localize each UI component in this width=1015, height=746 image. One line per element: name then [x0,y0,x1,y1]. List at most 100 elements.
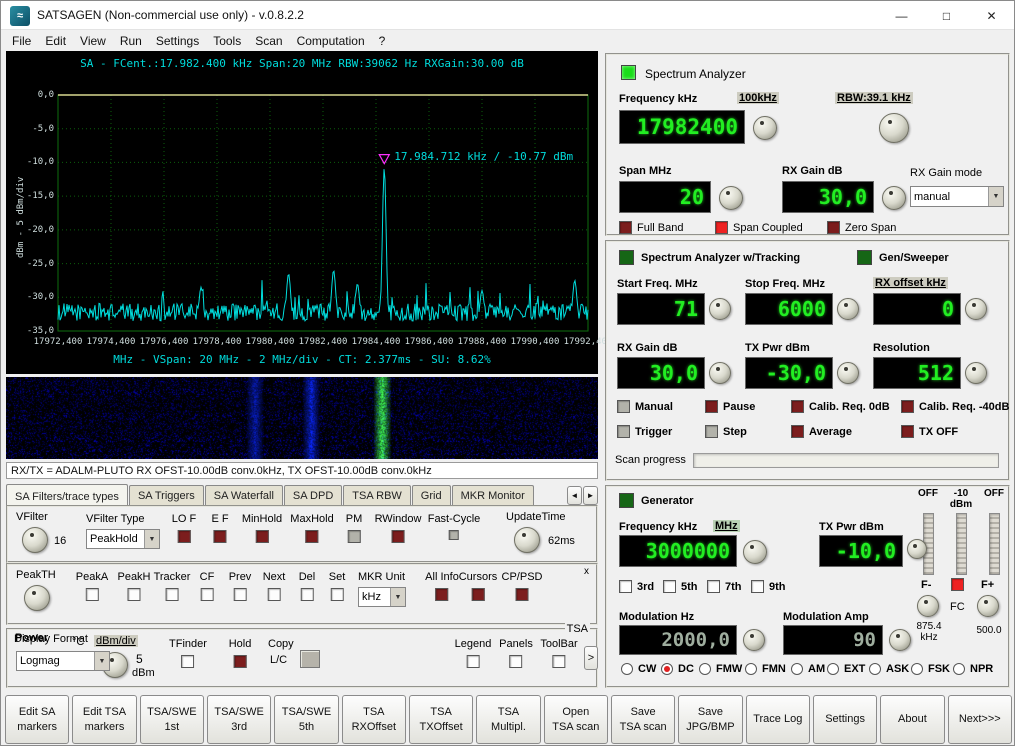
rx-offset-knob[interactable] [965,298,987,320]
radio-ask[interactable] [869,663,881,675]
menu-item-edit[interactable]: Edit [38,32,73,50]
minimize-button[interactable]: — [879,1,924,30]
tsa-pwr-knob[interactable] [837,362,859,384]
tracking-enable-led[interactable] [619,250,634,265]
gen-freq-unit-label[interactable]: MHz [713,520,740,532]
radio-fsk[interactable] [911,663,923,675]
button-trace-log[interactable]: Trace Log [745,695,810,744]
checkbox-average[interactable] [791,425,804,438]
rx-offset-label[interactable]: RX offset kHz [873,277,948,289]
sa-span-knob[interactable] [719,186,743,210]
tx-meter-bar[interactable] [988,513,1000,575]
checkbox-next[interactable] [267,588,281,601]
menu-item-view[interactable]: View [73,32,113,50]
start-freq-knob[interactable] [709,298,731,320]
checkbox-maxhold[interactable] [305,530,319,543]
checkbox-cursors[interactable] [471,588,485,601]
checkbox-tracker[interactable] [165,588,179,601]
button-tsa-swe-5th[interactable]: TSA/SWE 5th [274,695,339,744]
button-tsa-multipl[interactable]: TSA Multipl. [476,695,541,744]
sa-frequency-knob[interactable] [753,116,777,140]
checkbox-tx-off[interactable] [901,425,914,438]
button-about[interactable]: About [880,695,945,744]
tab-sa-filters-trace-types[interactable]: SA Filters/trace types [6,484,128,507]
checkbox-span-coupled[interactable] [715,221,728,234]
tab-sa-dpd[interactable]: SA DPD [283,485,343,506]
button-edit-tsa-markers[interactable]: Edit TSA markers [72,695,137,744]
radio-npr[interactable] [953,663,965,675]
tab-scroll-right-icon[interactable]: ► [583,486,598,505]
checkbox-5th[interactable] [663,580,676,593]
radio-ext[interactable] [827,663,839,675]
stop-freq-knob[interactable] [837,298,859,320]
checkbox-step[interactable] [705,425,718,438]
checkbox-calib-req-40db[interactable] [901,400,914,413]
dbm-div-label[interactable]: dBm/div [94,635,138,647]
checkbox-legend[interactable] [466,655,480,668]
tsa-gain-knob[interactable] [709,362,731,384]
checkbox-full-band[interactable] [619,221,632,234]
checkbox-cp-psd[interactable] [515,588,529,601]
menu-item-computation[interactable]: Computation [290,32,372,50]
checkbox-pm[interactable] [347,530,361,543]
sa-gain-mode-select[interactable]: manual ▼ [910,186,1004,207]
checkbox-panels[interactable] [509,655,523,668]
copy-lc-button[interactable] [300,650,320,668]
button-tsa-txoffset[interactable]: TSA TXOffset [408,695,474,744]
vfilter-knob[interactable] [22,527,48,553]
gen-pwr-knob[interactable] [907,539,927,559]
tab-tsa-rbw[interactable]: TSA RBW [343,485,411,506]
sa-enable-led[interactable] [621,65,636,80]
display-format-select[interactable]: Logmag ▼ [16,651,110,671]
checkbox-hold[interactable] [233,655,247,668]
radio-fmw[interactable] [699,663,711,675]
tab-mkr-monitor[interactable]: MKR Monitor [451,485,534,506]
checkbox-cf[interactable] [200,588,214,601]
checkbox-del[interactable] [300,588,314,601]
button-save-jpg-bmp[interactable]: Save JPG/BMP [678,695,743,744]
button-settings[interactable]: Settings [812,695,878,744]
button-save-tsa-scan[interactable]: Save TSA scan [610,695,676,744]
menu-item-run[interactable]: Run [113,32,149,50]
menu-item-settings[interactable]: Settings [149,32,206,50]
checkbox-set[interactable] [330,588,344,601]
button-open-tsa-scan[interactable]: Open TSA scan [543,695,608,744]
checkbox-lo-f[interactable] [177,530,191,543]
checkbox-pause[interactable] [705,400,718,413]
tab-sa-waterfall[interactable]: SA Waterfall [204,485,283,506]
sa-rbw-label[interactable]: RBW:39.1 kHz [835,92,913,104]
sa-frequency-step-label[interactable]: 100kHz [737,92,779,104]
button-tsa-swe-3rd[interactable]: TSA/SWE 3rd [206,695,272,744]
radio-cw[interactable] [621,663,633,675]
checkbox-tfinder[interactable] [181,655,195,668]
f-minus-knob[interactable] [917,595,939,617]
button-edit-sa-markers[interactable]: Edit SA markers [5,695,70,744]
generator-enable-led[interactable] [619,493,634,508]
button-next[interactable]: Next>>> [947,695,1012,744]
checkbox-all-info[interactable] [435,588,449,601]
more-panels-button[interactable]: > [584,646,598,670]
panel-close-button[interactable]: x [584,566,589,577]
f-plus-knob[interactable] [977,595,999,617]
resolution-knob[interactable] [965,362,987,384]
mod-amp-knob[interactable] [889,629,911,651]
menu-item-[interactable]: ? [372,32,393,50]
update-time-knob[interactable] [514,527,540,553]
gen-sweeper-led[interactable] [857,250,872,265]
checkbox-peaka[interactable] [85,588,99,601]
tab-grid[interactable]: Grid [411,485,451,506]
menu-item-tools[interactable]: Tools [206,32,248,50]
checkbox-zero-span[interactable] [827,221,840,234]
radio-am[interactable] [791,663,803,675]
close-button[interactable]: ✕ [969,1,1014,30]
checkbox-calib-req-0db[interactable] [791,400,804,413]
checkbox-7th[interactable] [707,580,720,593]
menu-item-scan[interactable]: Scan [248,32,289,50]
checkbox-rwindow[interactable] [391,530,405,543]
checkbox-9th[interactable] [751,580,764,593]
maximize-button[interactable]: □ [924,1,969,30]
checkbox-minhold[interactable] [255,530,269,543]
checkbox-fast-cycle[interactable] [449,530,459,540]
mkr-unit-select[interactable]: kHz ▼ [358,587,406,607]
sa-rbw-knob[interactable] [879,113,909,143]
